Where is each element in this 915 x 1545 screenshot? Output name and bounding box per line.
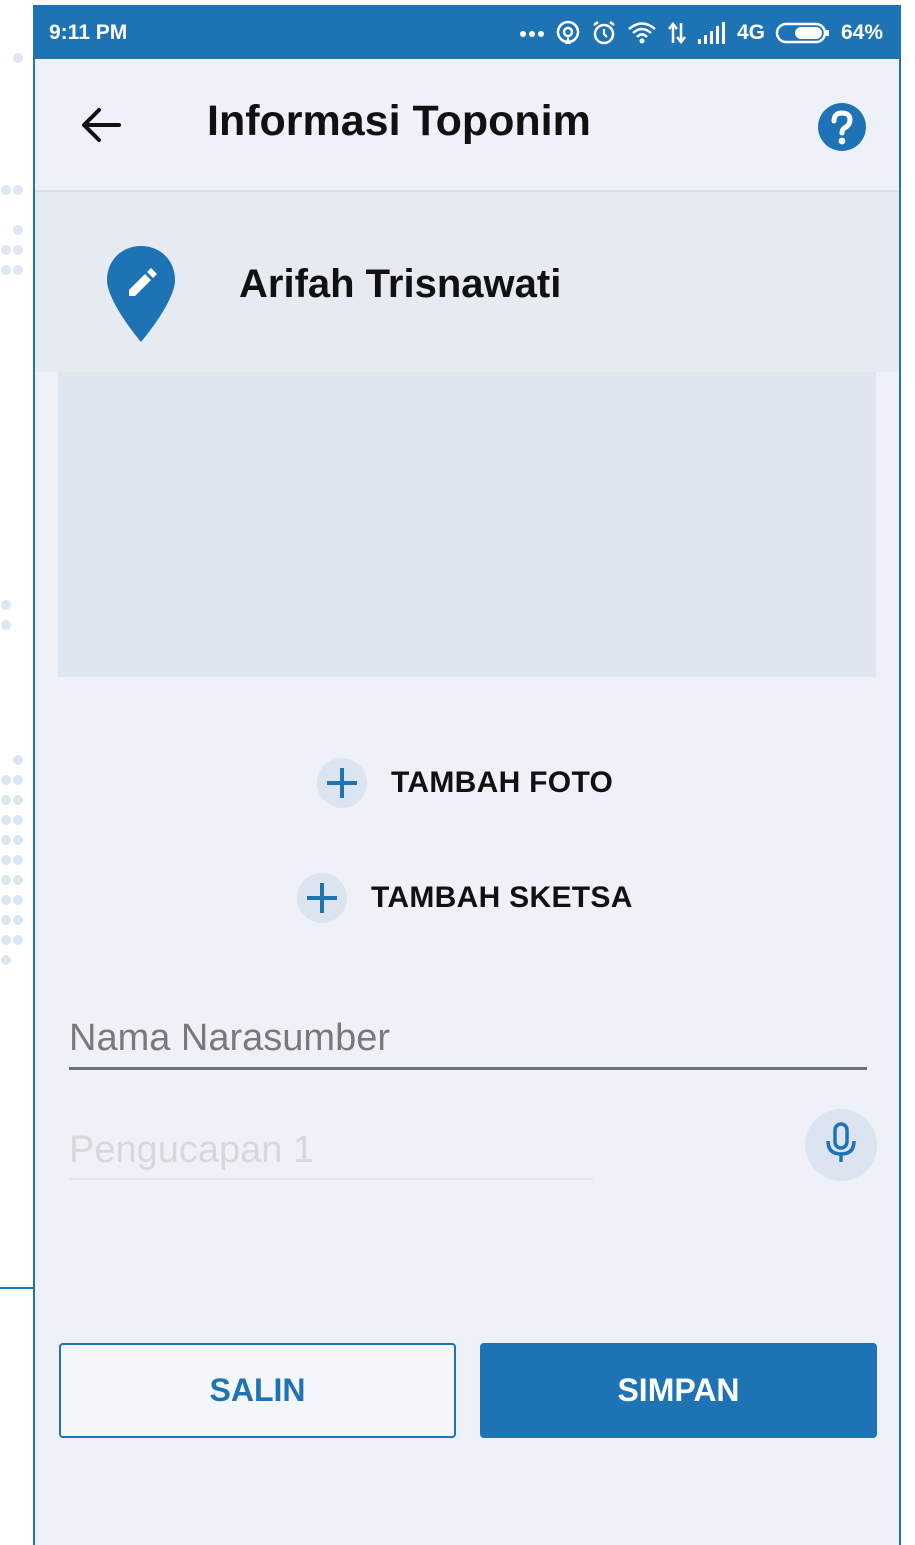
status-icons: 4G 64% <box>519 20 883 46</box>
app-bar: Informasi Toponim <box>35 59 899 192</box>
copy-button[interactable]: SALIN <box>59 1343 456 1438</box>
microphone-icon <box>824 1121 858 1169</box>
arrow-left-icon[interactable] <box>79 103 123 147</box>
add-sketch-label: TAMBAH SKETSA <box>371 881 633 914</box>
plus-icon <box>317 758 367 808</box>
page-title: Informasi Toponim <box>207 97 591 145</box>
add-sketch-button[interactable]: TAMBAH SKETSA <box>297 873 633 923</box>
wifi-icon <box>627 21 657 45</box>
record-pronunciation-button[interactable] <box>805 1109 877 1181</box>
map-pin-edit-icon[interactable] <box>105 244 177 344</box>
save-button[interactable]: SIMPAN <box>480 1343 877 1438</box>
side-divider-line <box>0 1287 33 1289</box>
add-photo-button[interactable]: TAMBAH FOTO <box>317 758 613 808</box>
hotspot-icon <box>555 20 581 46</box>
status-time: 9:11 PM <box>49 21 128 44</box>
add-photo-label: TAMBAH FOTO <box>391 766 614 799</box>
battery-percent: 64% <box>840 21 883 44</box>
pronunciation-input[interactable] <box>69 1122 593 1180</box>
network-type: 4G <box>736 21 765 44</box>
user-name: Arifah Trisnawati <box>239 262 562 306</box>
photo-placeholder <box>58 372 876 677</box>
narasumber-name-input[interactable] <box>69 1010 867 1070</box>
phone-screen: 9:11 PM 4G 64% Informasi Toponim Arifah … <box>33 5 901 1545</box>
user-header: Arifah Trisnawati <box>35 192 899 372</box>
signal-icon <box>697 21 727 45</box>
alarm-icon <box>591 20 617 46</box>
more-dots-icon <box>519 28 545 38</box>
battery-icon <box>775 21 831 45</box>
help-circle-icon[interactable] <box>817 102 867 152</box>
data-transfer-icon <box>667 21 687 45</box>
plus-icon <box>297 873 347 923</box>
status-bar: 9:11 PM 4G 64% <box>35 7 899 59</box>
